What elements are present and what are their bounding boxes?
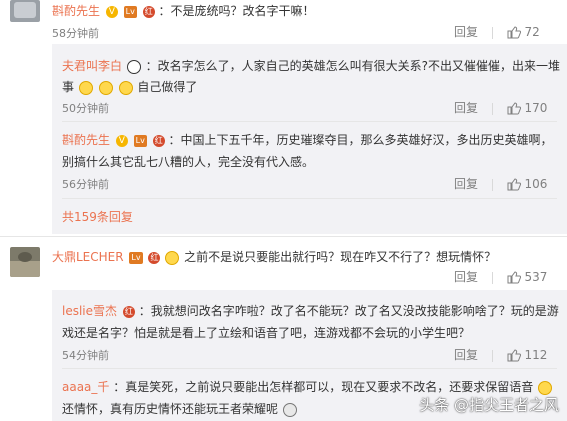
- like-count: 537: [524, 270, 548, 284]
- timestamp: 50分钟前: [62, 102, 109, 115]
- divider: [491, 102, 493, 115]
- reply-text-cont: 事: [62, 80, 75, 94]
- reply-text-cont: 还情怀，真有历史情怀还能玩王者荣耀呢: [62, 402, 279, 416]
- emoji-icon: [98, 80, 113, 95]
- avatar[interactable]: [10, 0, 40, 22]
- reply-button[interactable]: 回复: [454, 177, 478, 191]
- divider: [491, 178, 493, 191]
- username[interactable]: 夫君叫李白: [62, 59, 122, 73]
- section-divider: [0, 236, 567, 237]
- member-badge-icon: Lv: [123, 5, 137, 18]
- reply-button[interactable]: 回复: [454, 270, 478, 284]
- thumbs-up-icon[interactable]: [507, 102, 521, 115]
- reply-text: ：我就想问改名字咋啦？改了名不能玩？改了名又没改技能影响啥了？玩的是游: [138, 304, 559, 318]
- timestamp: 58分钟前: [52, 27, 99, 40]
- emoji-icon: [282, 402, 297, 417]
- member-circle-icon: 红: [142, 5, 155, 18]
- member-circle-icon: 红: [148, 251, 161, 264]
- comment-actions: 回复 72: [454, 23, 540, 40]
- verified-v-icon: V: [105, 5, 118, 18]
- reply-actions: 回复 106: [454, 175, 547, 192]
- thumbs-up-icon[interactable]: [507, 349, 521, 362]
- reply-text: ：改名字怎么了，人家自己的英雄怎么叫有很大关系?不出又催催催，出来一堆: [145, 59, 561, 73]
- comment-text: 之前不是说只要能出就行吗？现在咋又不行了？想玩情怀？: [184, 250, 497, 264]
- like-count: 72: [524, 25, 540, 39]
- comment-text: ：不是庞统吗？改名字干嘛！: [158, 4, 315, 18]
- username[interactable]: aaaa_千: [62, 380, 109, 394]
- username[interactable]: 斟酌先生: [52, 4, 100, 18]
- username[interactable]: 大鼎LECHER: [52, 250, 124, 264]
- verified-v-icon: V: [115, 134, 128, 147]
- reply-line-2: 事 自己做得了: [62, 78, 197, 95]
- expand-replies-link[interactable]: 共159条回复: [62, 208, 133, 225]
- thumbs-up-icon[interactable]: [507, 26, 521, 39]
- comment-line: 斟酌先生 V Lv 红 ：不是庞统吗？改名字干嘛！: [52, 2, 315, 19]
- divider: [62, 198, 557, 199]
- emoji-icon: [118, 80, 133, 95]
- reply-button[interactable]: 回复: [454, 101, 478, 115]
- reply-line-1: 斟酌先生 V Lv 红 ：中国上下五千年，历史璀璨夺目，那么多英雄好汉，多出历史…: [62, 131, 553, 148]
- divider: [491, 26, 493, 39]
- reply-line-1: 夫君叫李白 ：改名字怎么了，人家自己的英雄怎么叫有很大关系?不出又催催催，出来一…: [62, 57, 560, 74]
- divider: [62, 368, 557, 369]
- reply-text: ：真是笑死，之前说只要能出怎样都可以，现在又要求不改名，还要求保留语音: [113, 380, 534, 394]
- thumbs-up-icon[interactable]: [507, 271, 521, 284]
- reply-actions: 回复 170: [454, 99, 547, 116]
- like-count: 170: [524, 101, 548, 115]
- divider: [62, 121, 557, 122]
- comment-line: 大鼎LECHER Lv 红 之前不是说只要能出就行吗？现在咋又不行了？想玩情怀？: [52, 248, 496, 265]
- reply-text-cont: 别搞什么其它乱七八糟的人，完全没有代入感。: [62, 155, 315, 169]
- reply-text: ：中国上下五千年，历史璀璨夺目，那么多英雄好汉，多出历史英雄啊，: [168, 133, 553, 147]
- comment-actions: 回复 537: [454, 268, 547, 285]
- divider: [491, 271, 493, 284]
- reply-button[interactable]: 回复: [454, 25, 478, 39]
- reply-line-2: 还情怀，真有历史情怀还能玩王者荣耀呢: [62, 400, 298, 417]
- avatar[interactable]: [10, 247, 40, 277]
- reply-line-1: leslie雪杰 红 ：我就想问改名字咋啦？改了名不能玩？改了名又没改技能影响啥…: [62, 302, 559, 319]
- member-circle-icon: 红: [122, 305, 135, 318]
- divider: [491, 349, 493, 362]
- emoji-icon: [538, 380, 553, 395]
- reply-text-cont: 戏还是名字？怕是就是看上了立绘和语音了吧，连游戏都不会玩的小学生吧？: [62, 326, 471, 340]
- watermark: 头条 @指尖王者之风: [419, 396, 559, 414]
- like-count: 112: [524, 348, 548, 362]
- emoji-icon: [78, 80, 93, 95]
- member-badge-icon: Lv: [133, 134, 147, 147]
- username[interactable]: leslie雪杰: [62, 304, 117, 318]
- like-count: 106: [524, 177, 548, 191]
- member-circle-icon: 红: [152, 134, 165, 147]
- reply-text-end: 自己做得了: [137, 80, 198, 94]
- timestamp: 56分钟前: [62, 178, 109, 191]
- thumbs-up-icon[interactable]: [507, 178, 521, 191]
- emoji-icon: [165, 250, 180, 265]
- member-badge-icon: Lv: [129, 251, 143, 264]
- panda-emoji-icon: [126, 59, 141, 74]
- reply-actions: 回复 112: [454, 346, 547, 363]
- reply-line-1: aaaa_千 ：真是笑死，之前说只要能出怎样都可以，现在又要求不改名，还要求保留…: [62, 378, 553, 395]
- username[interactable]: 斟酌先生: [62, 133, 110, 147]
- reply-button[interactable]: 回复: [454, 348, 478, 362]
- timestamp: 54分钟前: [62, 349, 109, 362]
